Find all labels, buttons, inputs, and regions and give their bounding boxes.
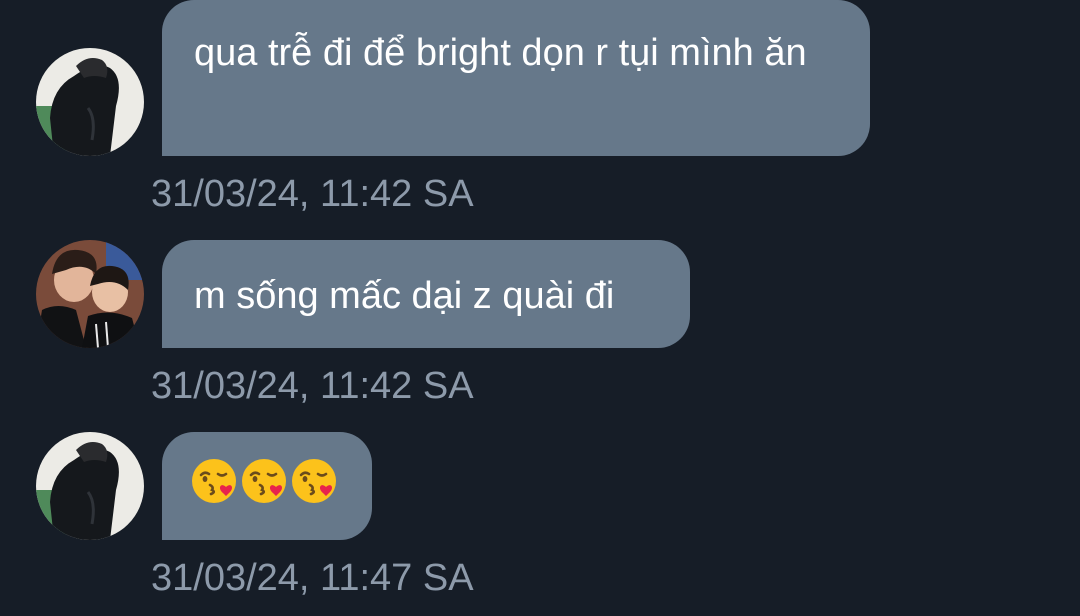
message-bubble[interactable]: [162, 432, 372, 540]
chat-thread: qua trễ đi để bright dọn r tụi mình ăn 3…: [0, 0, 1080, 616]
message-item: m sống mấc dại z quài đi 31/03/24, 11:42…: [0, 240, 1080, 410]
message-item: 31/03/24, 11:47 SA: [0, 432, 1080, 616]
kissing-face-icon: [240, 457, 288, 516]
message-timestamp: 31/03/24, 11:42 SA: [151, 173, 474, 215]
kissing-face-icon: [190, 457, 238, 516]
avatar[interactable]: [36, 432, 144, 540]
message-timestamp: 31/03/24, 11:42 SA: [151, 365, 474, 407]
message-text: qua trễ đi để bright dọn r tụi mình ăn: [194, 32, 807, 74]
avatar[interactable]: [36, 240, 144, 348]
message-timestamp: 31/03/24, 11:47 SA: [151, 557, 474, 599]
avatar[interactable]: [36, 48, 144, 156]
message-item: qua trễ đi để bright dọn r tụi mình ăn 3…: [0, 0, 1080, 220]
kissing-face-icon: [290, 457, 338, 516]
message-text: m sống mấc dại z quài đi: [194, 275, 615, 317]
message-bubble[interactable]: m sống mấc dại z quài đi: [162, 240, 690, 348]
message-bubble[interactable]: qua trễ đi để bright dọn r tụi mình ăn: [162, 0, 870, 156]
emoji-row: [190, 457, 338, 516]
